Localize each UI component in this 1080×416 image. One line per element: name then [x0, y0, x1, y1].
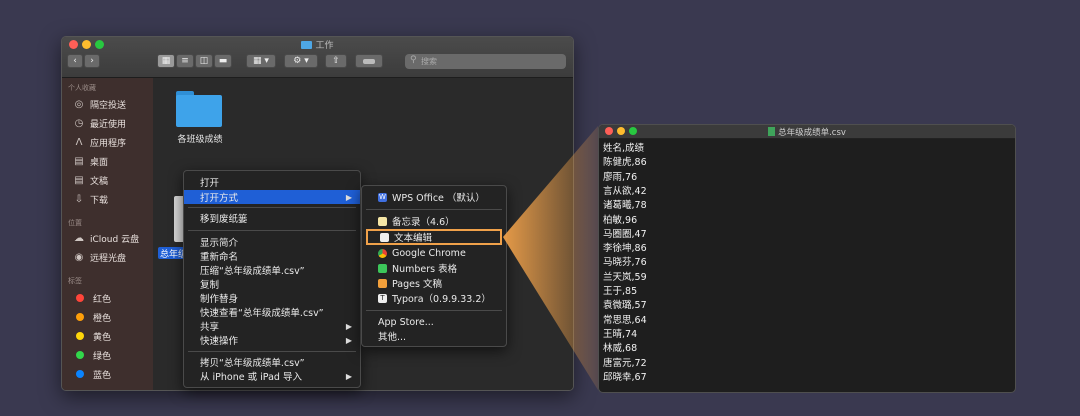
- window-title: 总年级成绩单.csv: [599, 126, 1015, 138]
- text-line[interactable]: 廖雨,76: [603, 169, 637, 183]
- csv-document-icon: [768, 127, 776, 136]
- text-line[interactable]: 林威,68: [603, 340, 637, 354]
- text-line[interactable]: 常思思,64: [603, 312, 647, 326]
- text-line[interactable]: 马圈圈,47: [603, 226, 647, 240]
- text-line[interactable]: 袁微璐,57: [603, 297, 647, 311]
- text-line[interactable]: 诸葛曦,78: [603, 197, 647, 211]
- text-line[interactable]: 马晓芬,76: [603, 254, 647, 268]
- text-line[interactable]: 唐富元,72: [603, 355, 647, 369]
- textedit-titlebar: 总年级成绩单.csv: [599, 125, 1015, 139]
- text-line[interactable]: 柏敏,96: [603, 212, 637, 226]
- text-line[interactable]: 王于,85: [603, 283, 637, 297]
- text-line[interactable]: 李徐坤,86: [603, 240, 647, 254]
- text-line[interactable]: 兰天岚,59: [603, 269, 647, 283]
- text-line[interactable]: 言从欲,42: [603, 183, 647, 197]
- text-line[interactable]: 姓名,成绩: [603, 140, 644, 154]
- text-line[interactable]: 邱晓幸,67: [603, 369, 647, 383]
- textedit-window: 总年级成绩单.csv 姓名,成绩 陈健虎,86 廖雨,76 言从欲,42 诸葛曦…: [598, 124, 1016, 393]
- text-line[interactable]: 王晴,74: [603, 326, 637, 340]
- text-line[interactable]: 陈健虎,86: [603, 154, 647, 168]
